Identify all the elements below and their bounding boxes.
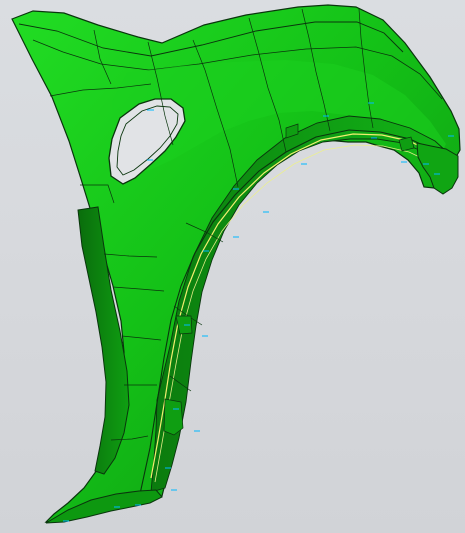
fender-surface[interactable] [11,4,461,524]
cad-model-view[interactable] [0,0,465,533]
cad-viewport[interactable] [0,0,465,533]
